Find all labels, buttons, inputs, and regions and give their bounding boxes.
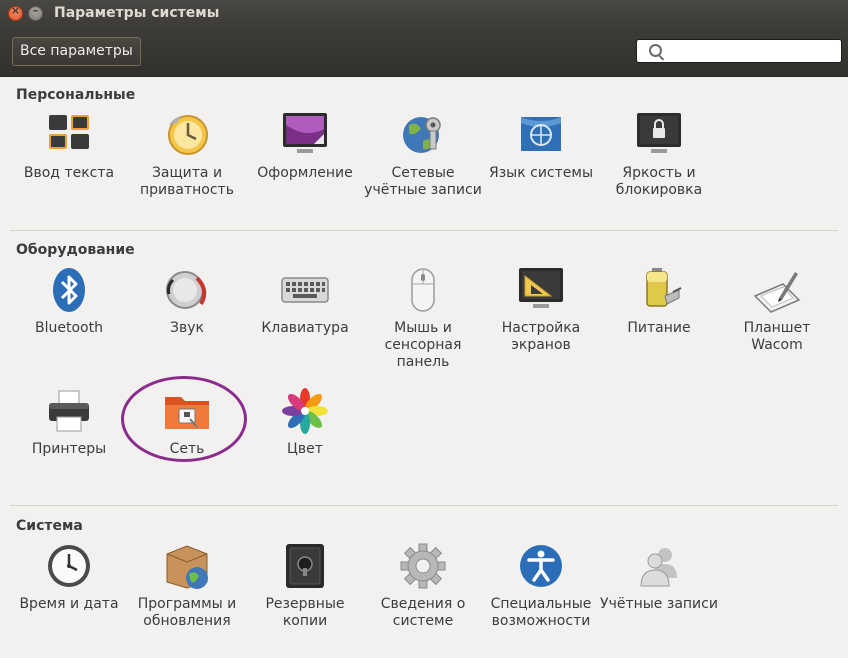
item-software-updates[interactable]: Программы и обновления — [128, 542, 246, 630]
item-power[interactable]: Питание — [600, 266, 718, 337]
item-network[interactable]: Сеть — [128, 387, 246, 458]
item-label: Язык системы — [488, 165, 593, 181]
privacy-clock-icon — [163, 111, 211, 159]
item-label: Яркость и блокировка — [615, 165, 703, 198]
close-icon: × — [10, 4, 21, 17]
appearance-monitor-icon — [281, 111, 329, 159]
close-button[interactable]: × — [8, 4, 23, 21]
item-label: Питание — [627, 320, 691, 336]
title-bar: × – Параметры системы — [0, 0, 848, 28]
item-label: Сетевые учётные записи — [364, 165, 482, 198]
item-user-accounts[interactable]: Учётные записи — [600, 542, 718, 613]
item-label: Планшет Wacom — [743, 320, 811, 353]
item-sound[interactable]: Звук — [128, 266, 246, 337]
item-time-date[interactable]: Время и дата — [10, 542, 128, 613]
minimize-button[interactable]: – — [28, 4, 43, 21]
item-online-accounts[interactable]: Сетевые учётные записи — [364, 111, 482, 199]
network-folder-icon — [163, 387, 211, 435]
keyboard-icon — [281, 266, 329, 314]
color-flower-icon — [281, 387, 329, 435]
item-system-info[interactable]: Сведения о системе — [364, 542, 482, 630]
bluetooth-icon — [45, 266, 93, 314]
item-label: Резервные копии — [265, 596, 345, 629]
item-label: Сеть — [169, 441, 205, 457]
section-divider — [10, 230, 838, 231]
online-accounts-icon — [399, 111, 447, 159]
clock-icon — [45, 542, 93, 590]
search-icon — [649, 44, 662, 57]
item-accessibility[interactable]: Специальные возможности — [482, 542, 600, 630]
item-printers[interactable]: Принтеры — [10, 387, 128, 458]
item-label: Цвет — [287, 441, 323, 457]
item-label: Оформление — [257, 165, 353, 181]
mouse-icon — [399, 266, 447, 314]
section-title-system: Система — [16, 518, 83, 534]
item-wacom-tablet[interactable]: Планшет Wacom — [718, 266, 836, 354]
backup-safe-icon — [281, 542, 329, 590]
printer-icon — [45, 387, 93, 435]
user-accounts-icon — [635, 542, 683, 590]
display-icon — [517, 266, 565, 314]
item-bluetooth[interactable]: Bluetooth — [10, 266, 128, 337]
item-label: Время и дата — [19, 596, 119, 612]
item-label: Сведения о системе — [380, 596, 466, 629]
item-label: Программы и обновления — [137, 596, 237, 629]
item-backups[interactable]: Резервные копии — [246, 542, 364, 630]
item-label: Клавиатура — [261, 320, 349, 336]
window-title: Параметры системы — [54, 5, 220, 21]
language-flag-icon — [517, 111, 565, 159]
tablet-icon — [753, 266, 801, 314]
software-updates-icon — [163, 542, 211, 590]
item-label: Специальные возможности — [490, 596, 592, 629]
gear-icon — [399, 542, 447, 590]
item-label: Защита и приватность — [140, 165, 234, 198]
item-label: Звук — [170, 320, 204, 336]
item-mouse-touchpad[interactable]: Мышь и сенсорная панель — [364, 266, 482, 371]
section-title-personal: Персональные — [16, 87, 136, 103]
keyboard-input-icon — [45, 111, 93, 159]
item-privacy[interactable]: Защита и приватность — [128, 111, 246, 199]
item-label: Мышь и сенсорная панель — [384, 320, 462, 370]
item-keyboard[interactable]: Клавиатура — [246, 266, 364, 337]
lock-monitor-icon — [635, 111, 683, 159]
item-color[interactable]: Цвет — [246, 387, 364, 458]
item-text-entry[interactable]: Ввод текста — [10, 111, 128, 182]
battery-icon — [635, 266, 683, 314]
item-displays[interactable]: Настройка экранов — [482, 266, 600, 354]
speaker-icon — [163, 266, 211, 314]
item-language[interactable]: Язык системы — [482, 111, 600, 182]
search-input[interactable] — [636, 39, 842, 63]
accessibility-icon — [517, 542, 565, 590]
item-brightness-lock[interactable]: Яркость и блокировка — [600, 111, 718, 199]
item-label: Bluetooth — [35, 320, 103, 336]
item-label: Настройка экранов — [501, 320, 581, 353]
item-label: Ввод текста — [23, 165, 115, 181]
item-label: Учётные записи — [600, 596, 718, 612]
item-appearance[interactable]: Оформление — [246, 111, 364, 182]
item-label: Принтеры — [31, 441, 107, 457]
minimize-icon: – — [32, 4, 39, 17]
section-title-hardware: Оборудование — [16, 242, 135, 258]
settings-content: Персональные Ввод текста Защита и приват… — [0, 77, 848, 658]
toolbar: Все параметры — [0, 28, 848, 77]
section-divider — [10, 505, 838, 506]
all-settings-button[interactable]: Все параметры — [12, 37, 141, 66]
